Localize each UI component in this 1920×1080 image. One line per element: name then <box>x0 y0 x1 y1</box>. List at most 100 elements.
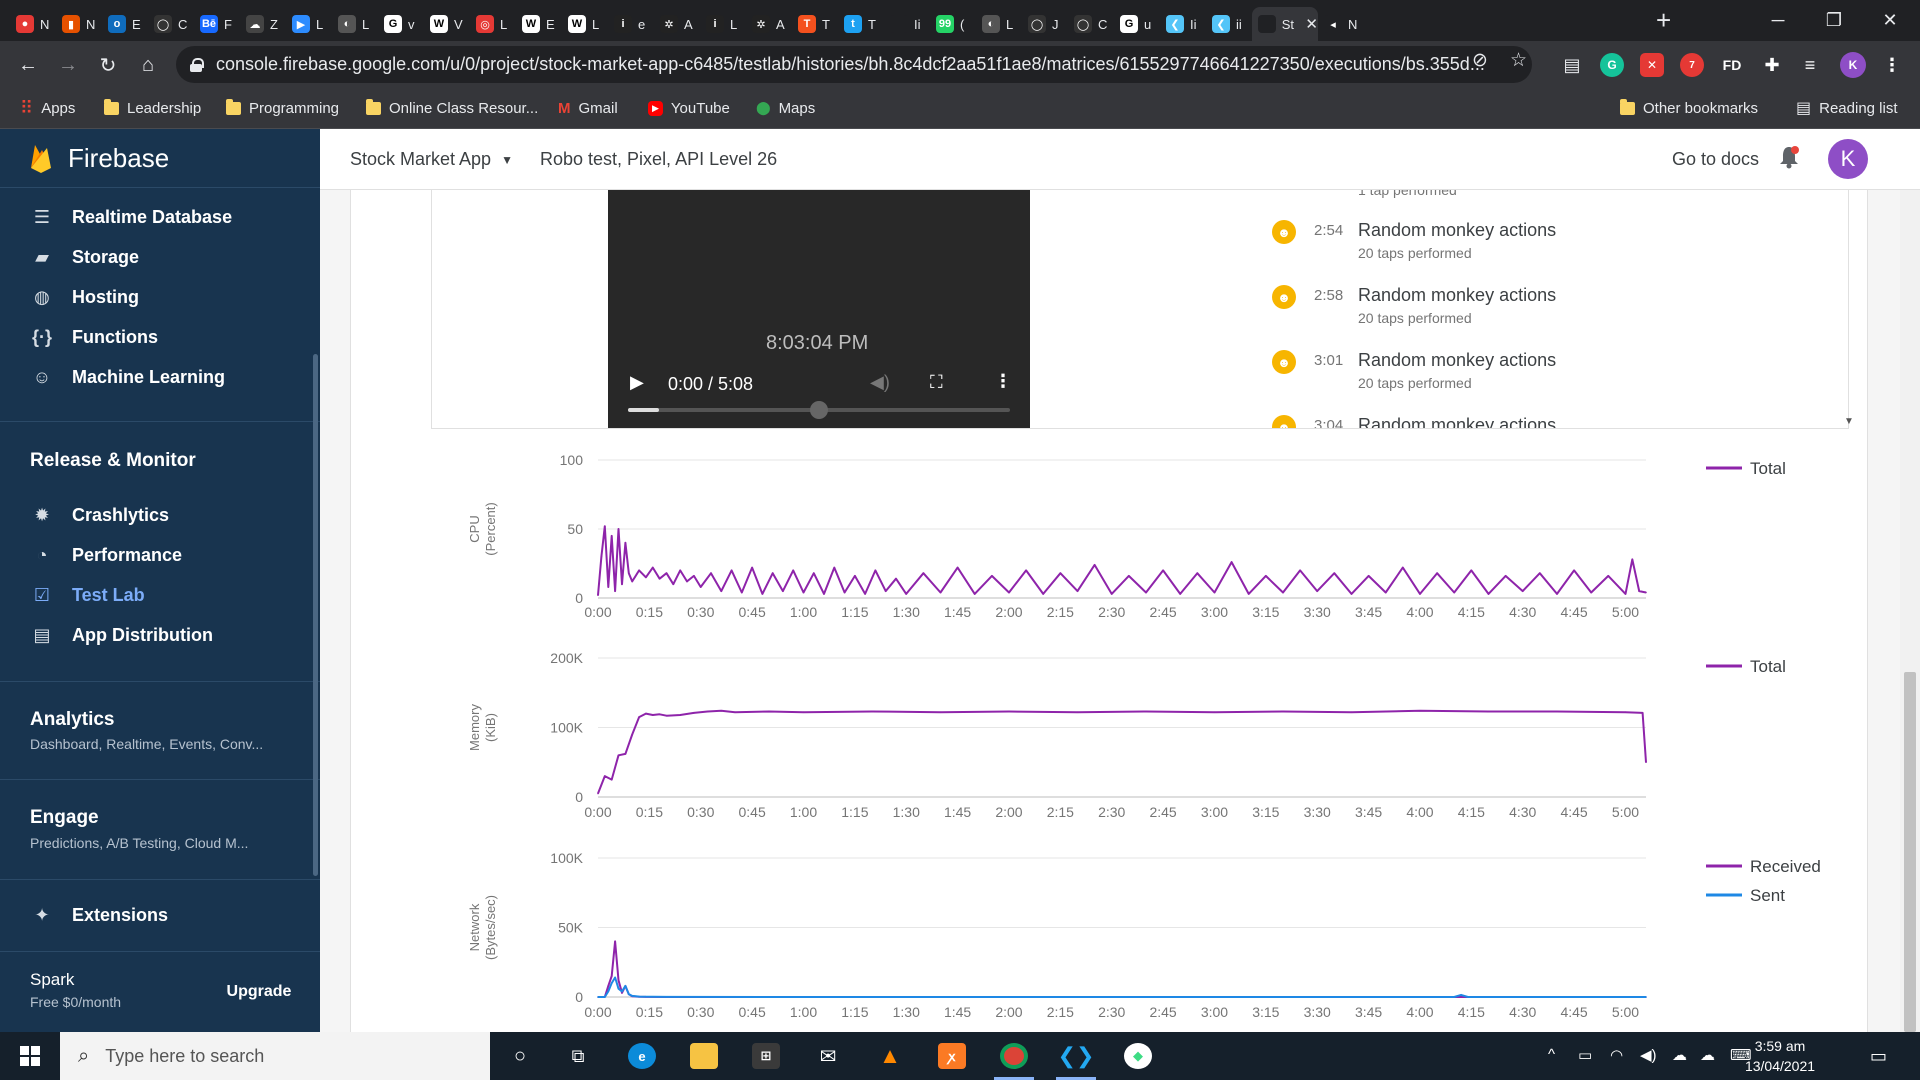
bookmark-maps[interactable]: ⬤ Maps <box>756 88 815 128</box>
firebase-brand[interactable]: Firebase <box>0 129 320 188</box>
bookmark-youtube[interactable]: ▶ YouTube <box>648 88 730 128</box>
browser-tab[interactable]: ◂ N <box>1318 7 1364 41</box>
volume-tray-icon[interactable]: ◀) <box>1640 1046 1657 1064</box>
close-window-button[interactable]: ✕ <box>1862 0 1918 41</box>
tray-chevron-icon[interactable]: ^ <box>1548 1046 1555 1063</box>
cloud-sync-icon[interactable]: ☁ <box>1700 1046 1715 1064</box>
onedrive-icon[interactable]: ☁ <box>1672 1046 1687 1064</box>
browser-tab[interactable]: ie <box>608 7 654 41</box>
new-tab-button[interactable]: + <box>1656 6 1671 34</box>
browser-tab[interactable]: Ii <box>884 7 930 41</box>
browser-tab[interactable]: ❮ ii <box>1206 7 1252 41</box>
sidebar-item-extensions[interactable]: ✦ Extensions <box>0 895 320 935</box>
taskbar-search[interactable]: ⌕ Type here to search <box>60 1032 490 1080</box>
android-studio-icon[interactable]: ◆ <box>1112 1036 1164 1076</box>
tab-close-icon[interactable]: ✕ <box>1305 15 1318 33</box>
reading-list[interactable]: ▤ Reading list <box>1796 88 1898 128</box>
browser-tab[interactable]: Gu <box>1114 7 1160 41</box>
vscode-icon[interactable]: ❮❯ <box>1050 1036 1102 1080</box>
account-avatar[interactable]: K <box>1828 139 1868 179</box>
browser-tab[interactable]: ▮ N <box>56 7 102 41</box>
notification-center-icon[interactable]: ▭ <box>1870 1046 1887 1067</box>
taskbar-clock[interactable]: 3:59 am 13/04/2021 <box>1736 1036 1824 1076</box>
bookmark-leadership[interactable]: Leadership <box>104 88 201 128</box>
engage-heading[interactable]: Engage <box>30 807 99 829</box>
browser-tab[interactable]: ✲ A <box>746 7 792 41</box>
menu-kebab-icon[interactable]: ⋮ <box>1880 53 1904 77</box>
start-button[interactable] <box>0 1032 60 1080</box>
upgrade-button[interactable]: Upgrade <box>214 976 304 1008</box>
sidebar-item-storage[interactable]: ▰ Storage <box>0 237 320 277</box>
analytics-heading[interactable]: Analytics <box>30 709 114 731</box>
page-icon[interactable]: ▤ <box>1560 53 1584 77</box>
shield-extension-icon[interactable]: ✕ <box>1640 53 1664 77</box>
project-selector[interactable]: Stock Market App ▼ <box>350 149 513 170</box>
sidebar-item-hosting[interactable]: ◍ Hosting <box>0 277 320 317</box>
wifi-icon[interactable]: ◠ <box>1610 1046 1623 1064</box>
bookmark-star-icon[interactable]: ☆ <box>1510 49 1527 72</box>
back-button[interactable]: ← <box>14 51 42 79</box>
browser-tab[interactable]: ◯ J <box>1022 7 1068 41</box>
battery-icon[interactable]: ▭ <box>1578 1046 1592 1064</box>
profile-avatar[interactable]: K <box>1840 52 1866 78</box>
task-view-icon[interactable]: ⧉ <box>552 1036 604 1076</box>
go-to-docs-link[interactable]: Go to docs <box>1672 149 1759 170</box>
sidebar-item-realtime-database[interactable]: ☰ Realtime Database <box>0 197 320 237</box>
fd-extension-icon[interactable]: FD <box>1720 53 1744 77</box>
sidebar-item-app-distribution[interactable]: ▤ App Distribution <box>0 615 320 655</box>
cortana-icon[interactable]: ○ <box>494 1036 546 1076</box>
bookmark-online-class-resour[interactable]: Online Class Resour... <box>366 88 538 128</box>
restore-button[interactable]: ❐ <box>1806 0 1862 41</box>
browser-tab[interactable]: WE <box>516 7 562 41</box>
page-scrollbar-thumb[interactable] <box>1904 672 1916 1032</box>
browser-tab[interactable]: ◯ C <box>1068 7 1114 41</box>
sidebar-scrollbar[interactable] <box>313 354 318 876</box>
browser-tab[interactable]: ▶ L <box>286 7 332 41</box>
extension-badge-icon[interactable]: 7 <box>1680 53 1704 77</box>
reload-button[interactable]: ↻ <box>94 51 122 79</box>
store-icon[interactable]: ⊞ <box>740 1036 792 1076</box>
release-monitor-heading[interactable]: Release & Monitor <box>30 450 196 472</box>
browser-tab[interactable]: WL <box>562 7 608 41</box>
bookmark-apps[interactable]: ⠿ Apps <box>20 88 75 128</box>
browser-tab[interactable]: tT <box>838 7 884 41</box>
address-bar[interactable]: console.firebase.google.com/u/0/project/… <box>176 46 1532 83</box>
browser-tab[interactable]: oE <box>102 7 148 41</box>
browser-tab[interactable]: WV <box>424 7 470 41</box>
browser-tab[interactable]: ❮ Ii <box>1160 7 1206 41</box>
mail-icon[interactable]: ✉ <box>802 1036 854 1076</box>
bookmark-gmail[interactable]: M Gmail <box>558 88 618 128</box>
grammarly-icon[interactable]: G <box>1600 53 1624 77</box>
puzzle-icon[interactable]: ✚ <box>1760 53 1784 77</box>
vlc-icon[interactable]: ▲ <box>864 1036 916 1076</box>
browser-tab[interactable]: iL <box>700 7 746 41</box>
other-bookmarks[interactable]: Other bookmarks <box>1620 88 1758 128</box>
bookmark-programming[interactable]: Programming <box>226 88 339 128</box>
browser-tab[interactable]: ◎ L <box>470 7 516 41</box>
minimize-button[interactable]: ─ <box>1750 0 1806 41</box>
sidebar-item-functions[interactable]: {·} Functions <box>0 317 320 357</box>
browser-tab[interactable]: TT <box>792 7 838 41</box>
sidebar-item-test-lab[interactable]: ☑ Test Lab <box>0 575 320 615</box>
sidebar-item-crashlytics[interactable]: ✹ Crashlytics <box>0 495 320 535</box>
browser-tab[interactable]: St ✕ <box>1252 7 1318 41</box>
browser-tab[interactable]: 99 ( <box>930 7 976 41</box>
file-explorer-icon[interactable] <box>678 1036 730 1076</box>
notifications-bell-icon[interactable] <box>1778 145 1806 173</box>
forward-button[interactable]: → <box>54 51 82 79</box>
edge-icon[interactable]: e <box>616 1036 668 1076</box>
browser-tab[interactable]: Bē F <box>194 7 240 41</box>
browser-tab[interactable]: ☁ Z <box>240 7 286 41</box>
browser-tab[interactable]: ◐ L <box>332 7 378 41</box>
media-queue-icon[interactable]: ≡ <box>1798 53 1822 77</box>
sidebar-item-performance[interactable]: ◔ Performance <box>0 535 320 575</box>
browser-tab[interactable]: ● N <box>10 7 56 41</box>
browser-tab[interactable]: ✲ A <box>654 7 700 41</box>
sidebar-item-machine-learning[interactable]: ☺ Machine Learning <box>0 357 320 397</box>
page-scrollbar[interactable] <box>1900 190 1920 1032</box>
browser-tab[interactable]: ◐ L <box>976 7 1022 41</box>
xampp-icon[interactable]: ꭗ <box>926 1036 978 1076</box>
browser-tab[interactable]: Gv <box>378 7 424 41</box>
home-button[interactable]: ⌂ <box>134 51 162 79</box>
eye-slash-icon[interactable]: ⊘ <box>1472 49 1488 72</box>
